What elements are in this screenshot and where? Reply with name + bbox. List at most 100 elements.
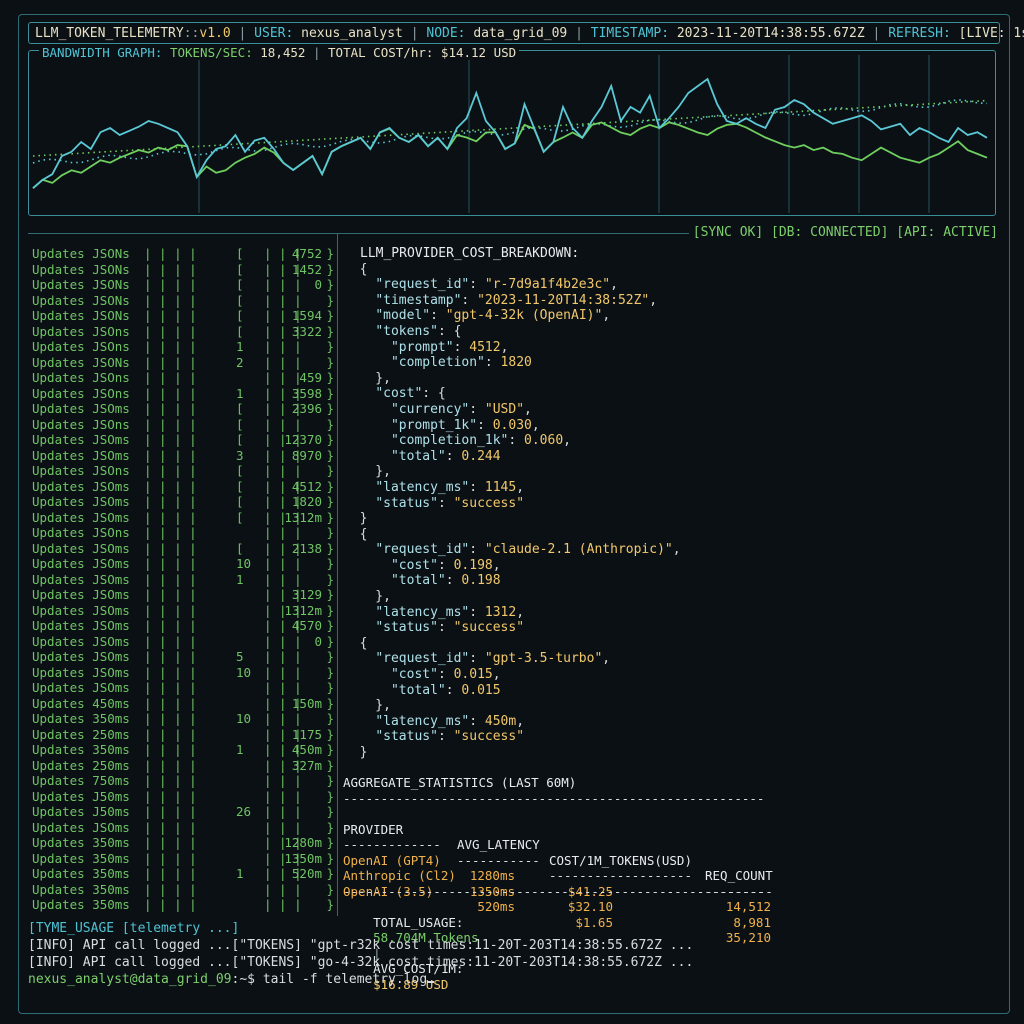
list-item: Updates 250ms | | | | | | | 327m}: [32, 758, 334, 774]
log-label: Updates 350ms: [32, 835, 130, 850]
log-pipes: | | | |: [144, 587, 197, 602]
log-label: Updates JSOms: [32, 633, 130, 649]
separator: |: [410, 25, 419, 41]
log-marker: [: [236, 246, 244, 261]
json-line: "cost": {: [344, 386, 824, 402]
log-label: Updates 350ms: [32, 881, 130, 897]
list-item: Updates 350ms | | | | 10 | | |}: [32, 711, 334, 727]
usage-line: [TYME_USAGE [telemetry ...]: [28, 921, 240, 936]
command-input[interactable]: tail -f telemetry.log: [263, 972, 427, 987]
json-line: "currency": "USD",: [344, 402, 824, 418]
log-brace: }: [326, 587, 334, 602]
log-value: 2396: [291, 401, 322, 416]
list-item: Updates JSOms | | | | 1 | | |}: [32, 572, 334, 588]
list-item: Updates JSOms | | | |[| | | 1312m}: [32, 510, 334, 526]
list-item: Updates JSOms | | | | | | | 4570}: [32, 618, 334, 634]
json-token: 1820: [500, 355, 532, 371]
log-pipes: | | | |: [144, 385, 197, 401]
log-marker: [: [236, 432, 244, 447]
json-token: "request_id": [375, 277, 470, 293]
log-pipes: | | | |: [144, 261, 197, 277]
log-value: 1175: [291, 726, 322, 742]
terminal-output[interactable]: [TYME_USAGE [telemetry ...] [INFO] API c…: [28, 920, 998, 988]
log-pipes: | | | |: [144, 246, 197, 261]
json-token: ,: [516, 604, 525, 620]
json-token: ,: [563, 433, 571, 449]
json-token: ,: [610, 277, 618, 293]
log-label: Updates JSOms: [32, 478, 130, 494]
node-value: data_grid_09: [473, 25, 568, 41]
json-token: :: [437, 620, 454, 636]
log-pipes: | | | |: [144, 525, 197, 540]
json-line: "model": "gpt-4-32k (OpenAI)",: [344, 308, 824, 324]
json-token: :: [469, 401, 485, 417]
log-brace: }: [326, 695, 334, 711]
log-pipes: | | | |: [144, 323, 197, 339]
log-label: Updates JSONs: [32, 246, 130, 261]
log-pipes: | | | |: [144, 370, 197, 385]
json-line: "total": 0.244: [344, 449, 824, 465]
log-value: 1594: [291, 308, 322, 323]
json-token: 4512: [469, 339, 501, 355]
log-label: Updates 250ms: [32, 726, 130, 742]
log-pipes: | | |: [264, 664, 302, 680]
log-label: Updates JSOms: [32, 494, 130, 509]
log-marker: 10: [236, 711, 252, 726]
json-token: 0.244: [461, 448, 501, 464]
json-token: "gpt-3.5-turbo": [484, 651, 603, 667]
log-pipes: | | | |: [144, 463, 197, 478]
aggregate-rule: ----------------------------------------…: [343, 883, 765, 899]
json-line: "prompt": 4512,: [344, 340, 824, 356]
log-value: 1452: [291, 261, 322, 277]
log-pipes: | | |: [264, 711, 302, 726]
json-token: {: [344, 261, 368, 277]
log-value: 450m: [291, 742, 322, 757]
log-label: Updates 250ms: [32, 757, 130, 773]
json-token: :: [461, 292, 478, 308]
json-line: {: [344, 636, 824, 652]
json-token: : {: [422, 386, 446, 402]
log-label: Updates JSOms: [32, 571, 130, 587]
json-token: },: [344, 370, 391, 386]
header-bar: LLM_TOKEN_TELEMETRY:: v1.0 | USER: nexus_…: [28, 22, 1024, 44]
list-item: Updates JSONs | | | |[| | | 4752}: [32, 246, 334, 262]
log-pipes: | | | |: [144, 788, 197, 804]
log-marker: 5: [236, 649, 244, 664]
list-item: Updates 350ms | | | | | | |}: [32, 882, 334, 898]
json-token: 0.030: [492, 417, 532, 433]
log-label: Updates JSOns: [32, 370, 130, 385]
log-pipes: | | |: [264, 804, 302, 819]
json-token: {: [344, 526, 368, 542]
log-pipes: | | | |: [144, 897, 197, 912]
list-item: Updates JSOns | | | | 1 | | | 3598}: [32, 386, 334, 402]
log-value: 3129: [291, 587, 322, 602]
aggregate-rule: ----------------------------------------…: [343, 790, 765, 806]
bandwidth-graph: BANDWIDTH GRAPH: TOKENS/SEC: 18,452 | TO…: [28, 45, 996, 216]
json-line: "completion": 1820: [344, 355, 824, 371]
log-value: 2138: [291, 540, 322, 556]
log-brace: }: [326, 897, 334, 912]
log-pipes: | | | |: [144, 757, 197, 773]
log-label: Updates JSOns: [32, 339, 130, 354]
update-log-list[interactable]: Updates JSONs | | | |[| | | 4752} Updates J…: [32, 246, 334, 913]
list-item: Updates JSOms | | | |[| | | 12370}: [32, 432, 334, 448]
log-pipes: | | | |: [144, 292, 197, 308]
log-value: 0: [314, 277, 322, 292]
json-token: "cost": [390, 667, 438, 683]
cursor-icon: [427, 981, 435, 983]
info-log-line: [INFO] API call logged ...["TOKENS] "gpt…: [28, 938, 694, 953]
log-label: Updates 350ms: [32, 897, 130, 912]
command-prompt[interactable]: nexus_analyst@data_grid_09:~$ tail -f te…: [28, 971, 998, 988]
log-marker: 1: [236, 866, 244, 881]
log-brace: }: [326, 246, 334, 261]
list-item: Updates JSOms | | | | | | | 1312m}: [32, 603, 334, 619]
log-pipes: | | | |: [144, 711, 197, 726]
